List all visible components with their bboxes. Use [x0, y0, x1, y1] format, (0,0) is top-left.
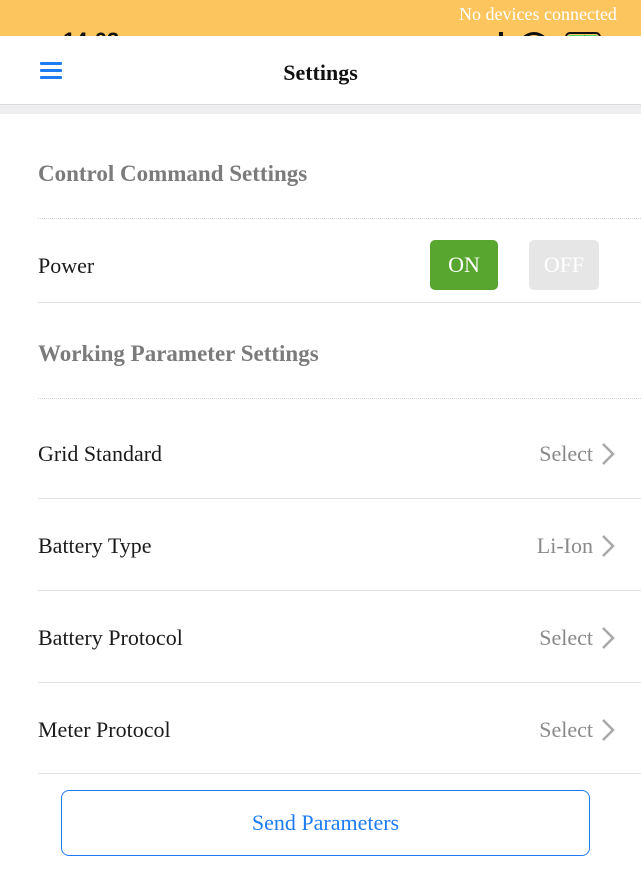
page-title: Settings — [283, 60, 358, 85]
settings-screen: No devices connected 14:03 — [0, 0, 641, 877]
power-off-button[interactable]: OFF — [529, 240, 599, 290]
row-divider — [38, 302, 641, 303]
row-divider — [38, 498, 641, 499]
section-divider — [38, 218, 641, 219]
row-value: Li-Ion — [536, 532, 593, 558]
chevron-right-icon — [602, 534, 615, 557]
row-grid-standard[interactable]: Grid Standard Select — [38, 408, 641, 499]
working-parameter-header: Working Parameter Settings — [38, 341, 319, 366]
chevron-right-icon — [602, 718, 615, 741]
connection-status-text: No devices connected — [459, 4, 617, 24]
chevron-right-icon — [602, 626, 615, 649]
row-label: Grid Standard — [38, 440, 163, 466]
power-label: Power — [38, 253, 95, 278]
control-command-header: Control Command Settings — [38, 161, 308, 186]
row-label: Battery Protocol — [38, 624, 183, 650]
send-parameters-button[interactable]: Send Parameters — [61, 790, 590, 856]
row-divider — [38, 682, 641, 683]
nav-divider — [0, 104, 641, 114]
power-on-button[interactable]: ON — [430, 240, 498, 290]
row-battery-protocol[interactable]: Battery Protocol Select — [38, 592, 641, 683]
row-value: Select — [539, 440, 593, 466]
row-label: Meter Protocol — [38, 716, 171, 742]
row-meter-protocol[interactable]: Meter Protocol Select — [38, 684, 641, 775]
chevron-right-icon — [602, 442, 615, 465]
row-battery-type[interactable]: Battery Type Li-Ion — [38, 500, 641, 591]
row-divider — [38, 773, 641, 774]
section-divider — [38, 398, 641, 399]
row-label: Battery Type — [38, 532, 152, 558]
row-divider — [38, 590, 641, 591]
nav-bar: Settings — [0, 36, 641, 104]
row-value: Select — [539, 716, 593, 742]
row-value: Select — [539, 624, 593, 650]
